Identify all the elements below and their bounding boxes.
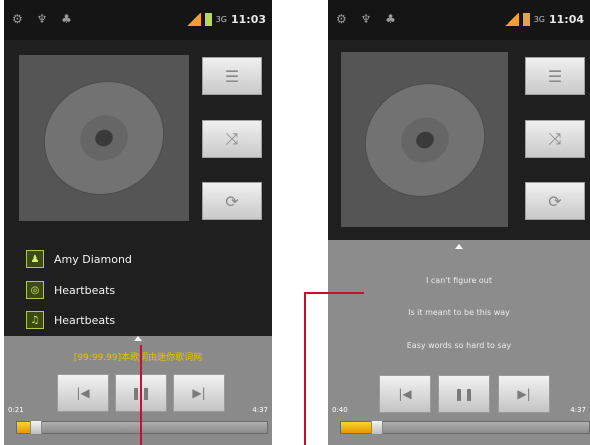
artist-icon: ♟ — [26, 250, 44, 268]
previous-button[interactable]: |◀ — [379, 375, 431, 413]
title-row: ♫ Heartbeats — [26, 311, 115, 329]
album-art — [19, 55, 189, 221]
status-bar: ⚙ ♆ ♣ 3G 11:04 — [328, 0, 590, 40]
elapsed-time: 0:40 — [332, 406, 348, 414]
shuffle-icon: ⤨ — [548, 129, 562, 148]
battery-icon — [204, 13, 212, 26]
repeat-button[interactable]: ⟳ — [525, 182, 585, 220]
lyric-line: Is it meant to be this way — [408, 308, 510, 317]
disc-icon — [26, 62, 182, 214]
album-icon: ◎ — [26, 281, 44, 299]
status-time: 11:04 — [548, 13, 584, 26]
phone-screen-right: ⚙ ♆ ♣ 3G 11:04 ☰ ⤨ ⟳ I can't figure out … — [328, 0, 590, 445]
callout-line-right-horizontal — [304, 292, 364, 294]
lyrics-handle-icon[interactable] — [455, 244, 463, 249]
notification-icons: ⚙ ♆ ♣ — [336, 12, 401, 26]
seek-bar-thumb[interactable] — [370, 420, 383, 435]
playlist-button[interactable]: ☰ — [202, 57, 262, 95]
callout-line-left — [140, 345, 142, 445]
seek-bar-thumb[interactable] — [30, 420, 42, 435]
song-title: Heartbeats — [54, 313, 116, 327]
status-time: 11:03 — [230, 13, 266, 26]
next-icon: ▶| — [192, 386, 206, 400]
lyric-line: I can't figure out — [425, 276, 493, 285]
next-icon: ▶| — [517, 387, 531, 401]
album-art — [341, 52, 508, 227]
album-row: ◎ Heartbeats — [26, 281, 115, 299]
playlist-button[interactable]: ☰ — [525, 57, 585, 95]
disc-icon — [346, 64, 503, 215]
previous-button[interactable]: |◀ — [57, 374, 109, 412]
lyrics-handle-icon[interactable] — [134, 336, 142, 341]
battery-icon — [522, 13, 530, 26]
playlist-icon: ☰ — [547, 66, 563, 86]
lyrics-panel: I can't figure out Is it meant to be thi… — [328, 240, 590, 445]
callout-line-right-vertical — [304, 292, 306, 445]
elapsed-time: 0:21 — [8, 406, 24, 414]
album-name: Heartbeats — [54, 283, 116, 297]
total-time: 4:37 — [570, 406, 586, 414]
song-icon: ♫ — [26, 311, 44, 329]
seek-bar[interactable] — [16, 420, 268, 435]
signal-icon — [186, 13, 201, 26]
next-button[interactable]: ▶| — [498, 375, 550, 413]
lyric-line: Easy words so hard to say — [406, 341, 512, 350]
artist-name: Amy Diamond — [54, 252, 132, 266]
previous-icon: |◀ — [398, 387, 412, 401]
repeat-button[interactable]: ⟳ — [202, 182, 262, 220]
playlist-icon: ☰ — [224, 66, 240, 86]
shuffle-icon: ⤨ — [225, 129, 239, 148]
repeat-icon: ⟳ — [548, 191, 562, 211]
player-panel: [99:99.99]本歌词由迷你歌词网 |◀ ❚❚ ▶| 0:21 4:37 — [4, 336, 272, 445]
next-button[interactable]: ▶| — [173, 374, 225, 412]
network-type: 3G — [215, 15, 227, 24]
seek-bar[interactable] — [340, 420, 590, 435]
status-bar: ⚙ ♆ ♣ 3G 11:03 — [4, 0, 272, 40]
artist-row: ♟ Amy Diamond — [26, 250, 132, 268]
shuffle-button[interactable]: ⤨ — [202, 120, 262, 158]
phone-screen-left: ⚙ ♆ ♣ 3G 11:03 ☰ ⤨ ⟳ ♟ Amy Diamond ◎ Hea… — [4, 0, 272, 445]
shuffle-button[interactable]: ⤨ — [525, 120, 585, 158]
pause-button[interactable]: ❚❚ — [438, 375, 490, 413]
lyric-line-current: [99:99.99]本歌词由迷你歌词网 — [73, 353, 203, 363]
repeat-icon: ⟳ — [225, 191, 239, 211]
notification-icons: ⚙ ♆ ♣ — [12, 12, 77, 26]
pause-icon: ❚❚ — [453, 387, 475, 401]
previous-icon: |◀ — [76, 386, 90, 400]
total-time: 4:37 — [252, 406, 268, 414]
network-type: 3G — [533, 15, 545, 24]
signal-icon — [504, 13, 519, 26]
